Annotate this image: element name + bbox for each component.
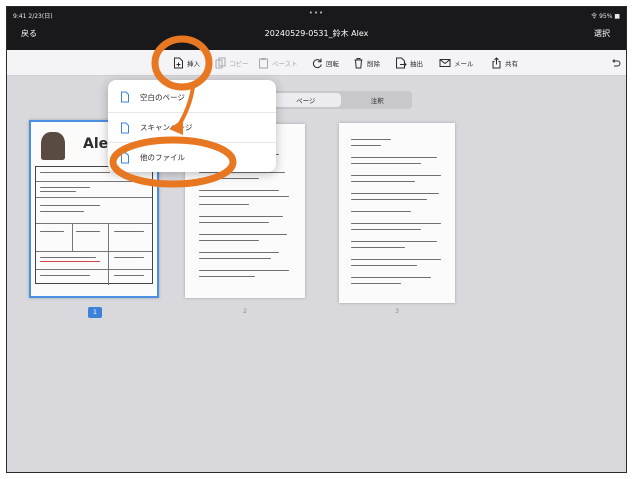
rotate-icon: [312, 58, 322, 69]
share-label: 共有: [505, 60, 518, 68]
page-thumbnail-3[interactable]: [339, 123, 455, 303]
copy-icon: [215, 57, 226, 69]
menu-item-label: 他のファイル: [140, 153, 185, 162]
navigation-bar: 9:41 2/23(日) ••• 令 95% ■ 戻る 20240529-053…: [7, 7, 626, 50]
undo-button[interactable]: [611, 55, 621, 71]
undo-icon: [612, 59, 621, 67]
rotate-button[interactable]: 回転: [312, 55, 339, 71]
page-number-3: 3: [394, 307, 400, 315]
trash-icon: [354, 58, 363, 69]
select-button[interactable]: 選択: [594, 28, 610, 39]
form-table: [35, 166, 153, 285]
mail-button[interactable]: メール: [439, 55, 474, 71]
mail-label: メール: [454, 60, 474, 68]
menu-item-label: スキャンページ: [140, 123, 193, 132]
status-battery: 令 95% ■: [591, 13, 620, 20]
extract-icon: [396, 57, 407, 69]
insert-doc-icon: [174, 57, 183, 69]
extract-button[interactable]: 抽出: [395, 55, 423, 71]
rotate-label: 回転: [326, 60, 339, 68]
paste-button[interactable]: ペースト: [258, 55, 298, 71]
insert-menu: 空白のページ スキャンページ 他のファイル: [108, 80, 276, 172]
delete-label: 削除: [367, 60, 380, 68]
ipad-screen: 9:41 2/23(日) ••• 令 95% ■ 戻る 20240529-053…: [6, 6, 627, 473]
delete-button[interactable]: 削除: [353, 55, 380, 71]
doc-icon: [121, 152, 129, 163]
page-number-1: 1: [88, 307, 102, 318]
paste-icon: [259, 58, 268, 69]
page-toolbar: 挿入 コピー ペースト 回転 削除 抽出 メール 共有: [7, 50, 626, 76]
menu-item-scan-page[interactable]: スキャンページ: [108, 112, 276, 142]
segment-annotations[interactable]: 注釈: [343, 91, 413, 109]
menu-item-other-file[interactable]: 他のファイル: [108, 142, 276, 172]
copy-label: コピー: [229, 60, 249, 68]
copy-button[interactable]: コピー: [215, 55, 249, 71]
doc-icon: [121, 91, 129, 103]
insert-button[interactable]: 挿入: [173, 55, 200, 71]
share-icon: [492, 57, 501, 69]
segment-pages[interactable]: ページ: [271, 93, 341, 107]
page-number-2: 2: [242, 307, 248, 315]
share-button[interactable]: 共有: [491, 55, 518, 71]
paste-label: ペースト: [272, 60, 298, 68]
multitasking-dots[interactable]: •••: [7, 9, 626, 17]
menu-item-label: 空白のページ: [140, 92, 185, 102]
photo-image: [41, 132, 65, 160]
page-annotation-segment: ページ 注釈: [269, 91, 412, 109]
menu-item-blank-page[interactable]: 空白のページ: [108, 82, 276, 112]
doc-icon: [121, 122, 129, 133]
extract-label: 抽出: [410, 60, 423, 68]
resume-name: Ale: [83, 136, 109, 152]
mail-icon: [439, 59, 451, 67]
insert-label: 挿入: [187, 60, 200, 68]
document-title: 20240529-0531_鈴木 Alex: [264, 29, 369, 38]
